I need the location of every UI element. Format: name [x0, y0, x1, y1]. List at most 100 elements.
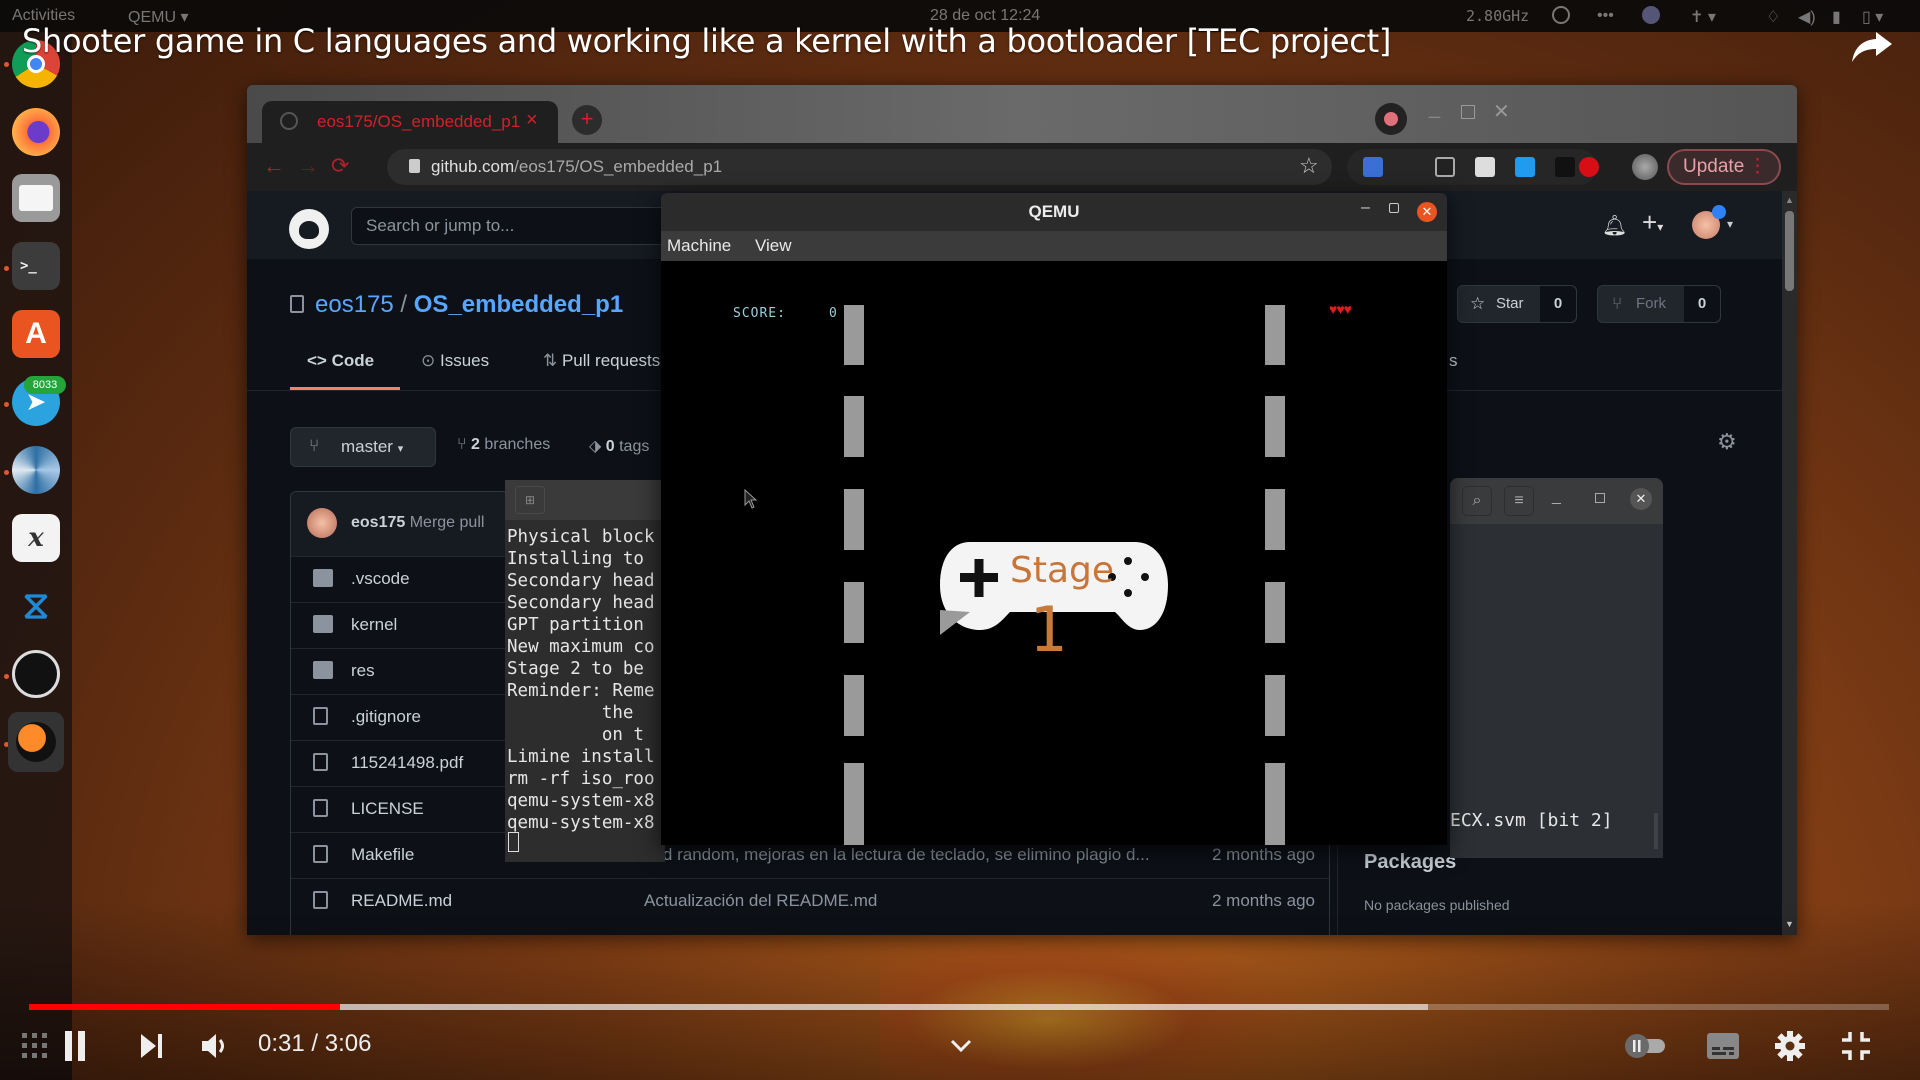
grid-handle-icon[interactable] [18, 1028, 52, 1064]
extension-icon[interactable] [1515, 157, 1535, 177]
new-terminal-tab-icon[interactable]: ⊞ [515, 486, 545, 514]
extension-icon[interactable] [1555, 157, 1575, 177]
reader-icon[interactable] [1435, 157, 1455, 177]
terminal-icon[interactable]: >_ [12, 242, 60, 290]
xournal-icon[interactable]: x [12, 514, 60, 562]
file-name-link[interactable]: res [351, 661, 375, 681]
pause-button[interactable] [58, 1028, 92, 1064]
star-count[interactable]: 0 [1540, 286, 1576, 322]
game-screen[interactable]: SCORE: 0 ♥♥♥ Stage 1 [661, 261, 1447, 845]
terminal-scrollbar[interactable] [1654, 813, 1658, 849]
close-tab-icon[interactable]: × [526, 109, 538, 132]
tab-github-repo[interactable]: eos175/OS_embedded_p1 × [262, 101, 558, 143]
chrome-menu-icon[interactable]: ⋮ [1748, 155, 1767, 178]
more-icon[interactable]: ••• [1597, 7, 1614, 25]
extension-icon[interactable] [1475, 157, 1495, 177]
microphone-icon[interactable]: ▮ [1832, 7, 1841, 27]
minimize-icon[interactable]: – [1361, 199, 1370, 217]
autoplay-toggle[interactable] [1624, 1028, 1668, 1064]
commit-message-link[interactable]: add random, mejoras en la lectura de tec… [644, 845, 1150, 865]
new-tab-button[interactable]: + [572, 105, 602, 135]
file-name-link[interactable]: 115241498.pdf [351, 753, 463, 773]
files-icon[interactable] [12, 174, 60, 222]
commit-author[interactable]: eos175 [351, 514, 405, 531]
notifications-bell-icon[interactable]: 🔔︎ [1602, 213, 1627, 238]
minimize-icon[interactable]: _ [1429, 97, 1440, 120]
share-icon[interactable] [1850, 28, 1894, 64]
file-name-link[interactable]: LICENSE [351, 799, 424, 819]
commit-message[interactable]: Merge pull [410, 514, 485, 531]
file-name-link[interactable]: kernel [351, 615, 397, 635]
maximize-icon[interactable] [1389, 203, 1399, 213]
avatar[interactable] [307, 508, 337, 538]
github-search-input[interactable]: Search or jump to... [351, 207, 671, 245]
subtitles-button[interactable] [1704, 1028, 1742, 1064]
repo-name-link[interactable]: OS_embedded_p1 [414, 291, 623, 318]
chevron-down-icon[interactable]: ▾ [1727, 217, 1733, 231]
lock-icon[interactable] [409, 159, 420, 173]
obs-icon[interactable] [1552, 6, 1570, 24]
scrollbar-thumb[interactable] [1785, 211, 1794, 291]
chevron-down-icon[interactable] [944, 1028, 978, 1064]
update-button[interactable]: Update ⋮ [1667, 149, 1781, 185]
maximize-icon[interactable] [1595, 493, 1605, 503]
volume-button[interactable] [198, 1028, 232, 1064]
profile-avatar[interactable] [1632, 154, 1658, 180]
back-icon[interactable]: ← [263, 153, 285, 179]
fork-count[interactable]: 0 [1684, 286, 1720, 322]
tab-issues[interactable]: ⊙ Issues [421, 351, 489, 371]
software-center-icon[interactable]: A [12, 310, 60, 358]
close-window-icon[interactable]: ✕ [1493, 99, 1510, 124]
close-icon[interactable]: ✕ [1417, 202, 1437, 222]
settings-button[interactable] [1772, 1028, 1808, 1064]
hamburger-menu-icon[interactable]: ≡ [1504, 486, 1534, 516]
qemu-titlebar[interactable]: QEMU – ✕ [661, 193, 1447, 231]
star-button[interactable]: ☆ Star 0 [1457, 285, 1577, 323]
video-title[interactable]: Shooter game in C languages and working … [22, 22, 1391, 60]
terminal-window-right[interactable]: ⌕ ≡ _ ✕ ECX.svm [bit 2] [1450, 478, 1663, 858]
branch-selector[interactable]: ⑂ master ▾ [290, 427, 436, 467]
close-icon[interactable]: ✕ [1630, 488, 1652, 510]
google-translate-icon[interactable] [1363, 157, 1383, 177]
qemu-icon[interactable] [8, 712, 64, 772]
search-icon[interactable]: ⌕ [1462, 486, 1492, 516]
vscode-icon[interactable]: ⧖ [12, 582, 60, 630]
tab-code[interactable]: <> Code [307, 351, 374, 371]
gear-icon[interactable]: ⚙ [1717, 429, 1737, 455]
menu-machine[interactable]: Machine [667, 236, 731, 256]
aperture-icon[interactable] [12, 446, 60, 494]
maximize-icon[interactable] [1461, 105, 1475, 119]
url-text[interactable]: github.com/eos175/OS_embedded_p1 [431, 157, 722, 177]
firefox-icon[interactable] [12, 108, 60, 156]
next-button[interactable] [134, 1028, 168, 1064]
address-bar[interactable]: github.com/eos175/OS_embedded_p1 ☆ [387, 149, 1332, 185]
forward-icon[interactable]: → [297, 153, 319, 179]
progress-bar[interactable] [29, 1004, 1889, 1010]
cpu-frequency-indicator[interactable]: 2.80GHz [1466, 7, 1529, 25]
tags-link[interactable]: ⬗ 0 tags [589, 436, 649, 456]
obs-icon[interactable] [12, 650, 60, 698]
create-new-icon[interactable]: +▾ [1642, 207, 1663, 238]
reload-icon[interactable]: ⟳ [331, 153, 349, 179]
exit-fullscreen-button[interactable] [1838, 1028, 1874, 1064]
branches-link[interactable]: ⑂ 2 branches [457, 436, 550, 454]
tab-partial[interactable]: s [1449, 351, 1458, 371]
tab-pull-requests[interactable]: ⇅ Pull requests [543, 351, 660, 371]
network-icon[interactable] [1642, 6, 1660, 24]
scroll-up-icon[interactable]: ▲ [1785, 195, 1794, 205]
file-name-link[interactable]: .gitignore [351, 707, 421, 727]
file-name-link[interactable]: Makefile [351, 845, 414, 865]
extension-icon[interactable] [1579, 157, 1599, 177]
media-control-button[interactable] [1375, 103, 1407, 135]
fork-button[interactable]: ⑂ Fork 0 [1597, 285, 1721, 323]
file-name-link[interactable]: .vscode [351, 569, 410, 589]
terminal-window[interactable]: ⊞ Physical block Installing to Secondary h… [505, 480, 665, 862]
commit-summary[interactable]: eos175 Merge pull [351, 514, 484, 532]
repo-owner-link[interactable]: eos175 [315, 291, 394, 318]
github-logo-icon[interactable] [289, 209, 329, 249]
page-scrollbar[interactable]: ▲ ▼ [1782, 191, 1797, 935]
menu-view[interactable]: View [755, 236, 792, 256]
packages-heading[interactable]: Packages [1364, 851, 1456, 874]
accessibility-icon[interactable]: ✝ ▾ [1690, 7, 1716, 27]
battery-icon[interactable]: ▯ ▾ [1862, 7, 1883, 27]
